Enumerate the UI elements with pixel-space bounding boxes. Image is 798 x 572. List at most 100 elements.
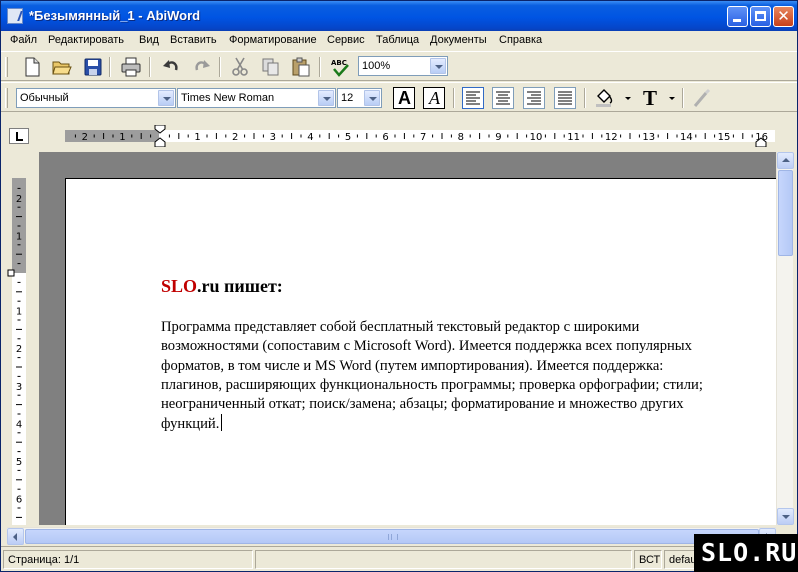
ruler-label: 9 (495, 132, 501, 143)
bold-button[interactable]: A (393, 87, 415, 109)
document-page[interactable]: SLO.ru пишет: Программа представляет соб… (65, 178, 776, 525)
horizontal-scrollbar[interactable] (7, 527, 776, 545)
redo-button[interactable] (190, 55, 214, 79)
align-left-button[interactable] (462, 87, 484, 109)
print-button[interactable] (119, 55, 143, 79)
paint-bucket-icon (596, 89, 613, 107)
standard-toolbar: ABC 100% (1, 51, 797, 81)
font-select[interactable]: Times New Roman (177, 88, 336, 108)
minimize-button[interactable] (727, 6, 748, 27)
ruler-label: 1 (16, 231, 22, 242)
menu-format[interactable]: Форматирование (229, 34, 317, 46)
toolbar-grip[interactable] (5, 57, 8, 77)
save-button[interactable] (81, 55, 105, 79)
maximize-icon (755, 11, 766, 21)
ruler-label: 5 (345, 132, 351, 143)
status-lang: defau (669, 554, 697, 566)
menu-file[interactable]: Файл (10, 34, 37, 46)
text-color-button[interactable]: T (638, 86, 662, 110)
ruler-label: 12 (605, 132, 618, 143)
status-mode-panel: ВСТ (634, 550, 662, 569)
ruler-label: 2 (232, 132, 238, 143)
bold-icon: A (398, 88, 411, 108)
scroll-left-button[interactable] (7, 528, 24, 545)
ruler-label: 4 (16, 419, 22, 430)
status-empty-panel (255, 550, 632, 569)
font-size-select[interactable]: 12 (337, 88, 382, 108)
menu-view[interactable]: Вид (139, 34, 159, 46)
chevron-down-icon[interactable] (364, 90, 380, 106)
svg-text:ABC: ABC (331, 59, 347, 67)
close-button[interactable]: ✕ (773, 6, 794, 27)
document-area[interactable]: SLO.ru пишет: Программа представляет соб… (39, 152, 776, 525)
undo-button[interactable] (159, 55, 183, 79)
chevron-down-icon[interactable] (318, 90, 334, 106)
body-line: плагинов, расширяющих функциональность п… (161, 376, 703, 393)
window-title: *Безымянный_1 - AbiWord (29, 8, 201, 23)
font-value: Times New Roman (181, 92, 275, 104)
ruler-label: 2 (16, 344, 22, 355)
align-justify-icon (558, 91, 572, 105)
body-line: возможностями (сопоставим с Microsoft Wo… (161, 338, 692, 355)
copy-icon (262, 58, 279, 76)
paste-button[interactable] (289, 55, 313, 79)
italic-button[interactable]: A (423, 87, 445, 109)
document-body[interactable]: Программа представляет собой бесплатный … (161, 318, 761, 435)
zoom-select[interactable]: 100% (358, 56, 448, 76)
ruler-label: 11 (567, 132, 580, 143)
body-line: Программа представляет собой бесплатный … (161, 319, 640, 335)
ruler-label: 7 (420, 132, 426, 143)
tab-stop-selector[interactable] (9, 128, 29, 144)
brush-icon (693, 88, 711, 107)
spellcheck-icon: ABC (331, 59, 349, 77)
ruler-label: 1 (16, 307, 22, 318)
menu-table[interactable]: Таблица (376, 34, 419, 46)
horizontal-ruler[interactable]: 2 1 1 2 3 4 5 6 7 8 9 10 11 12 13 14 15 16 (39, 125, 775, 147)
align-right-icon (527, 91, 541, 105)
vertical-scroll-thumb[interactable] (778, 170, 793, 256)
menu-documents[interactable]: Документы (430, 34, 487, 46)
heading-brand: SLO (161, 276, 198, 296)
chevron-down-icon[interactable] (430, 58, 446, 74)
italic-icon: A (429, 88, 440, 108)
document-heading[interactable]: SLO.ru пишет: (161, 276, 283, 297)
menu-tools[interactable]: Сервис (327, 34, 365, 46)
new-file-button[interactable] (20, 55, 44, 79)
chevron-down-icon[interactable] (625, 97, 631, 100)
minimize-icon (733, 19, 741, 22)
ruler-label: 1 (194, 132, 200, 143)
copy-button[interactable] (259, 55, 283, 79)
menu-edit[interactable]: Редактировать (48, 34, 124, 46)
body-line-last: функций. (161, 414, 761, 434)
highlight-color-button[interactable] (592, 86, 616, 110)
align-right-button[interactable] (523, 87, 545, 109)
format-toolbar: Обычный Times New Roman 12 A A T (1, 82, 797, 112)
open-button[interactable] (50, 55, 74, 79)
chevron-down-icon[interactable] (158, 90, 174, 106)
horizontal-scroll-thumb[interactable] (25, 529, 759, 544)
spellcheck-button[interactable]: ABC (328, 55, 352, 79)
format-painter-button[interactable] (690, 86, 714, 110)
maximize-button[interactable] (750, 6, 771, 27)
scroll-down-button[interactable] (777, 508, 794, 525)
abiword-window: *Безымянный_1 - AbiWord ✕ Файл Редактиро… (0, 0, 798, 572)
style-select[interactable]: Обычный (16, 88, 176, 108)
vertical-scrollbar[interactable] (776, 152, 794, 525)
status-page: Страница: 1/1 (8, 554, 80, 566)
app-icon[interactable] (7, 8, 23, 24)
new-file-icon (25, 57, 40, 77)
top-margin-marker[interactable] (7, 269, 15, 277)
ruler-label: 8 (458, 132, 464, 143)
align-center-button[interactable] (492, 87, 514, 109)
menu-help[interactable]: Справка (499, 34, 542, 46)
cut-button[interactable] (228, 55, 252, 79)
menu-insert[interactable]: Вставить (170, 34, 217, 46)
ruler-label: 2 (16, 194, 22, 205)
toolbar-grip[interactable] (5, 88, 8, 108)
title-bar[interactable]: *Безымянный_1 - AbiWord ✕ (1, 1, 797, 31)
scroll-up-button[interactable] (777, 152, 794, 169)
vertical-ruler[interactable]: 2 1 1 2 3 4 5 6 (7, 152, 31, 525)
chevron-down-icon[interactable] (669, 97, 675, 100)
status-page-panel: Страница: 1/1 (3, 550, 253, 569)
align-justify-button[interactable] (554, 87, 576, 109)
